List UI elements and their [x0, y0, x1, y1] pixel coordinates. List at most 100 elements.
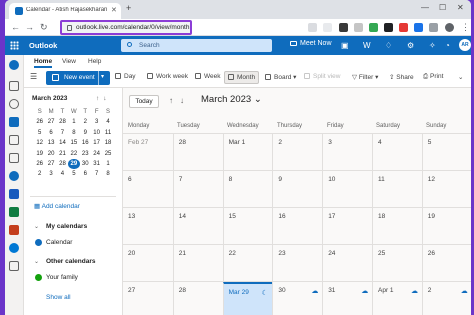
mini-calendar-day[interactable]: 7: [91, 169, 102, 179]
files-icon[interactable]: [9, 135, 19, 145]
calendar-day-cell[interactable]: 24: [322, 245, 372, 282]
mini-calendar-day[interactable]: 24: [91, 149, 102, 159]
close-tab-icon[interactable]: ✕: [111, 6, 117, 14]
attachment-icon[interactable]: [9, 153, 19, 163]
view-day-button[interactable]: Day: [115, 73, 136, 80]
minimize-icon[interactable]: —: [421, 3, 429, 12]
chevron-down-icon[interactable]: ⌄: [34, 223, 39, 230]
extension-icon[interactable]: [339, 23, 348, 32]
lightbulb-icon[interactable]: ✧: [429, 41, 436, 50]
mini-calendar-day[interactable]: 29: [68, 158, 80, 170]
calendar-app-icon[interactable]: [9, 60, 19, 70]
share-page-icon[interactable]: [323, 23, 332, 32]
calendar-day-cell[interactable]: 28: [172, 134, 223, 171]
calendar-day-cell[interactable]: 16: [272, 208, 322, 245]
calendar-icon[interactable]: [9, 117, 19, 127]
maximize-icon[interactable]: ☐: [439, 3, 446, 12]
search-box[interactable]: Search: [121, 39, 272, 52]
view-board-button[interactable]: Board ▾: [265, 73, 296, 81]
calendar-day-cell[interactable]: 26: [421, 245, 471, 282]
mini-calendar-day[interactable]: 10: [91, 128, 102, 138]
share-button[interactable]: ⇪ Share: [389, 73, 414, 81]
calendar-day-cell[interactable]: 12: [421, 171, 471, 208]
calendar-day-cell[interactable]: 21: [172, 245, 223, 282]
calendar-day-cell[interactable]: 23: [272, 245, 322, 282]
mini-calendar-day[interactable]: 9: [80, 128, 91, 138]
calendar-day-cell[interactable]: 8: [222, 171, 273, 208]
mini-calendar-day[interactable]: 1: [102, 159, 113, 169]
show-all-link[interactable]: Show all: [46, 294, 71, 301]
calendar-day-cell[interactable]: Mar 29 ☾: [222, 282, 273, 315]
gear-icon[interactable]: ⚙: [407, 41, 414, 50]
calendar-day-cell[interactable]: 3: [322, 134, 372, 171]
mini-calendar-day[interactable]: 26: [34, 117, 45, 127]
tab-home[interactable]: Home: [34, 58, 53, 68]
back-icon[interactable]: ←: [11, 22, 20, 32]
mail-icon[interactable]: [9, 81, 19, 91]
mini-calendar-day[interactable]: 3: [91, 117, 102, 127]
reload-icon[interactable]: ↻: [40, 22, 48, 33]
mini-calendar-day[interactable]: 22: [68, 149, 79, 159]
chevron-down-icon[interactable]: ▾: [101, 73, 104, 80]
calendar-day-cell[interactable]: 25: [372, 245, 422, 282]
calendar-day-cell[interactable]: 2: [272, 134, 322, 171]
mini-calendar-day[interactable]: 8: [102, 169, 113, 179]
mini-calendar-day[interactable]: 28: [57, 117, 68, 127]
other-calendars-heading[interactable]: Other calendars: [46, 258, 96, 265]
mini-calendar-day[interactable]: 12: [34, 138, 45, 148]
calendar-day-cell[interactable]: 22: [222, 245, 273, 282]
ribbon-expand-icon[interactable]: ⌄: [458, 73, 463, 81]
sidebar-item-your-family[interactable]: Your family: [46, 274, 78, 281]
mini-calendar-day[interactable]: 11: [102, 128, 113, 138]
people-icon[interactable]: [9, 99, 19, 109]
onedrive-icon[interactable]: [9, 243, 19, 253]
mini-calendar-day[interactable]: 6: [45, 128, 56, 138]
my-calendars-heading[interactable]: My calendars: [46, 223, 87, 230]
excel-app-icon[interactable]: [9, 207, 19, 217]
mini-calendar-day[interactable]: 7: [57, 128, 68, 138]
tab-view[interactable]: View: [62, 58, 76, 65]
mini-calendar-day[interactable]: 2: [34, 169, 45, 179]
filter-button[interactable]: ▽ Filter ▾: [352, 73, 378, 81]
view-week-button[interactable]: Week: [195, 73, 221, 80]
calendar-day-cell[interactable]: Feb 27: [123, 134, 173, 171]
mini-calendar-day[interactable]: 20: [45, 149, 56, 159]
calendar-day-cell[interactable]: Mar 1: [222, 134, 273, 171]
chevron-down-icon[interactable]: ⌄: [34, 258, 39, 265]
calendar-day-cell[interactable]: 20: [123, 245, 173, 282]
mini-calendar-day[interactable]: 26: [34, 159, 45, 169]
more-apps-icon[interactable]: [9, 261, 19, 271]
mini-calendar-day[interactable]: 17: [91, 138, 102, 148]
calendar-day-cell[interactable]: 31 ☁: [322, 282, 372, 315]
mini-calendar-day[interactable]: 4: [102, 117, 113, 127]
today-button[interactable]: Today: [129, 95, 159, 108]
calendar-day-cell[interactable]: 27: [123, 282, 173, 315]
mini-calendar-day[interactable]: 14: [57, 138, 68, 148]
calendar-day-cell[interactable]: 18: [372, 208, 422, 245]
new-event-button[interactable]: New event ▾: [46, 71, 110, 85]
mini-calendar-day[interactable]: 13: [45, 138, 56, 148]
month-title[interactable]: March 2023 ⌄: [201, 94, 262, 105]
month-nav-arrows[interactable]: ↑↓: [169, 96, 191, 105]
app-launcher-icon[interactable]: [10, 41, 19, 50]
extension-icon[interactable]: [399, 23, 408, 32]
mini-calendar-day[interactable]: 31: [91, 159, 102, 169]
calendar-day-cell[interactable]: 30 ☁: [272, 282, 322, 315]
mini-calendar-day[interactable]: 23: [80, 149, 91, 159]
calendar-day-cell[interactable]: 11: [372, 171, 422, 208]
mini-calendar-title[interactable]: March 2023: [32, 95, 67, 102]
calendar-day-cell[interactable]: Apr 1 ☁: [372, 282, 422, 315]
bell-icon[interactable]: ♢: [385, 41, 392, 50]
calendar-day-cell[interactable]: 4: [372, 134, 422, 171]
extension-icon[interactable]: [354, 23, 363, 32]
family-checkbox-icon[interactable]: [35, 274, 42, 281]
mini-calendar-day[interactable]: 30: [80, 159, 91, 169]
calendar-checkbox-icon[interactable]: [35, 239, 42, 246]
forward-icon[interactable]: →: [25, 22, 34, 32]
profile-icon[interactable]: [445, 23, 454, 32]
calendar-day-cell[interactable]: 19: [421, 208, 471, 245]
mini-calendar-day[interactable]: 28: [57, 159, 68, 169]
calendar-day-cell[interactable]: 28: [172, 282, 223, 315]
calendar-day-cell[interactable]: 2 ☁: [421, 282, 471, 315]
extension-icon[interactable]: [384, 23, 393, 32]
